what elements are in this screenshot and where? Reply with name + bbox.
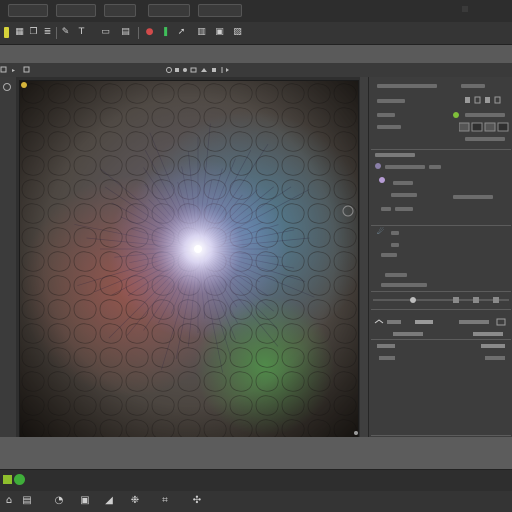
options-left-icons[interactable]: ▸ (0, 66, 34, 74)
brush-line-3 (381, 253, 397, 257)
toolbar-divider (56, 27, 57, 39)
bottom-toolbar (0, 491, 512, 512)
corner-handle-br[interactable] (354, 431, 358, 435)
text-icon[interactable]: T (76, 27, 87, 38)
prop-toggle-group[interactable] (458, 122, 509, 132)
record-icon[interactable]: ● (144, 27, 155, 38)
pen-icon[interactable]: ✎ (60, 27, 71, 38)
corner-handle[interactable] (21, 82, 27, 88)
prop-line-2 (377, 113, 395, 117)
panel-divider (371, 149, 511, 150)
cursor-icon[interactable]: ◔ (52, 494, 66, 508)
layer-row-2[interactable] (373, 329, 509, 339)
menu-tab-3[interactable] (104, 4, 136, 17)
section2-title (375, 153, 415, 157)
section2-icon[interactable] (375, 163, 381, 169)
panel-divider-3 (371, 291, 511, 292)
panel-header-value (461, 84, 485, 88)
prop-line-3 (465, 113, 505, 117)
canvas-artwork[interactable] (19, 80, 359, 438)
section2-line-5 (381, 207, 391, 211)
section2-line-3 (453, 195, 493, 199)
layers-bottom-icon[interactable]: ❉ (128, 494, 142, 508)
color-swatch-icon[interactable]: ■ (4, 27, 9, 38)
frame-icon[interactable]: ▭ (100, 27, 111, 38)
menu-tab-4[interactable] (148, 4, 190, 17)
home-icon[interactable]: ⌂ (2, 494, 16, 508)
svg-text:▸: ▸ (12, 67, 15, 73)
section2-line-6 (395, 207, 413, 211)
layer-row-1[interactable] (373, 317, 509, 327)
panel-header-controls[interactable] (465, 96, 505, 104)
brush-line-4 (385, 273, 407, 277)
section2-icon-2[interactable] (379, 177, 385, 183)
status-indicator-lime (3, 475, 12, 484)
panel-divider-5 (371, 339, 511, 340)
brush-line-5 (381, 283, 427, 287)
prop-line-1 (377, 99, 405, 103)
toolbar: ■ ▦ ❐ ≣ ✎ T ▭ ▤ ● ❚ ➚ ▥ ▣ ▧ (0, 22, 512, 45)
status-bar (0, 469, 512, 492)
rotate-icon[interactable] (3, 83, 11, 91)
menu-bar (0, 0, 512, 23)
slider-row[interactable] (373, 296, 509, 304)
menu-tab-2[interactable] (56, 4, 96, 17)
section2-line-4 (391, 193, 417, 197)
toolbar-divider (138, 27, 139, 39)
panel-divider-2 (371, 225, 511, 226)
panel-divider-6 (371, 435, 511, 436)
canvas-vignette (20, 81, 358, 437)
panel-divider-4 (371, 309, 511, 310)
menu-tab-5[interactable] (198, 4, 242, 17)
export-panel-icon[interactable]: ▧ (232, 27, 243, 38)
grid-icon[interactable]: ▦ (14, 27, 25, 38)
duplicate-icon[interactable]: ❐ (28, 27, 39, 38)
brush-line-1 (391, 231, 399, 235)
table-icon[interactable]: ▥ (196, 27, 207, 38)
brush-line-2 (391, 243, 399, 247)
run-icon[interactable]: ✣ (190, 494, 204, 508)
prop-line-4 (377, 125, 401, 129)
toolbar-spacer (0, 45, 512, 63)
export-icon[interactable]: ➚ (176, 27, 187, 38)
layer-row-4[interactable] (373, 353, 509, 363)
window-control[interactable] (462, 6, 468, 12)
section2-line-2 (393, 181, 413, 185)
table-small-icon[interactable]: ▤ (120, 27, 131, 38)
layout-icon[interactable]: ▣ (214, 27, 225, 38)
status-dot-green (453, 112, 459, 118)
layer-row-3[interactable] (373, 341, 509, 351)
options-center-icons[interactable] (166, 66, 230, 74)
spiral-icon[interactable]: ▣ (78, 494, 92, 508)
panel-header-line (377, 84, 437, 88)
grid-bottom-icon[interactable]: ⌗ (158, 494, 172, 508)
prop-line-5 (465, 137, 505, 141)
section2-line-1b (429, 165, 441, 169)
menu-tab-1[interactable] (8, 4, 48, 17)
section2-line-1 (385, 165, 425, 169)
properties-panel: ☄ (368, 77, 512, 437)
options-bar: ▸ (0, 63, 512, 77)
timeline-area (0, 437, 512, 469)
nodes-icon[interactable]: ◢ (102, 494, 116, 508)
status-indicator-green (14, 474, 25, 485)
left-tool-strip (0, 77, 17, 437)
brush-icon[interactable]: ☄ (377, 227, 387, 237)
layers-icon[interactable]: ≣ (42, 27, 53, 38)
bookmark-icon[interactable]: ❚ (160, 27, 171, 38)
document-icon[interactable]: ▤ (20, 494, 34, 508)
